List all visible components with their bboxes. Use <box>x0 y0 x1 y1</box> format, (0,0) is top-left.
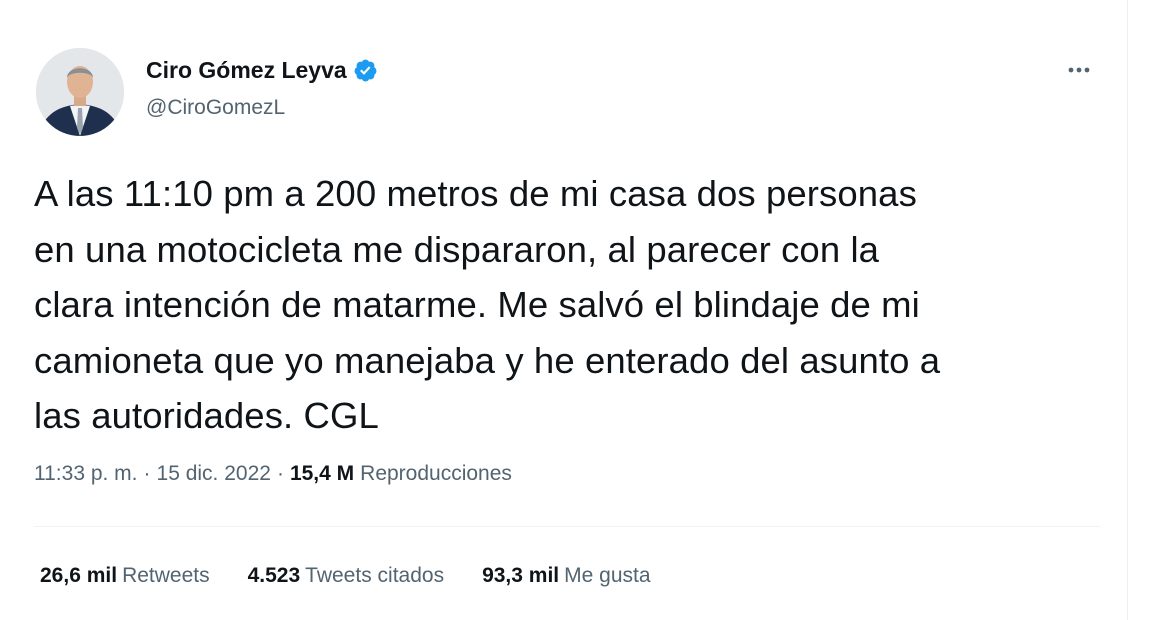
more-options-icon[interactable] <box>1061 58 1097 82</box>
author-display-name[interactable]: Ciro Gómez Leyva <box>146 57 347 84</box>
avatar-image <box>36 48 124 136</box>
tweet-meta: 11:33 p. m. · 15 dic. 2022 · 15,4 M Repr… <box>34 462 512 486</box>
views-count: 15,4 M <box>289 462 355 485</box>
author-handle[interactable]: @CiroGomezL <box>146 96 285 120</box>
tweet: Ciro Gómez Leyva @CiroGomezL A las 11:10… <box>0 0 1127 620</box>
retweets-count: 26,6 mil <box>40 564 118 587</box>
retweets-label: Retweets <box>122 564 210 587</box>
tweet-text: A las 11:10 pm a 200 metros de mi casa d… <box>34 173 941 436</box>
divider <box>34 526 1100 527</box>
likes-stat[interactable]: 93,3 mil Me gusta <box>482 564 650 588</box>
avatar[interactable] <box>36 48 124 136</box>
likes-label: Me gusta <box>564 564 651 587</box>
retweets-stat[interactable]: 26,6 mil Retweets <box>40 564 210 588</box>
quotes-label: Tweets citados <box>305 564 445 587</box>
likes-count: 93,3 mil <box>482 564 560 587</box>
meta-separator: · <box>143 462 151 485</box>
tweet-date[interactable]: 15 dic. 2022 <box>157 462 271 486</box>
author-name-row: Ciro Gómez Leyva <box>146 54 378 86</box>
column-border <box>1127 0 1128 620</box>
views-label: Reproducciones <box>360 462 512 485</box>
engagement-stats: 26,6 mil Retweets 4.523 Tweets citados 9… <box>40 564 689 588</box>
quotes-stat[interactable]: 4.523 Tweets citados <box>248 564 444 588</box>
quotes-count: 4.523 <box>247 564 301 587</box>
meta-separator: · <box>276 462 284 485</box>
verified-badge-icon <box>353 58 378 83</box>
tweet-time[interactable]: 11:33 p. m. <box>34 462 138 486</box>
